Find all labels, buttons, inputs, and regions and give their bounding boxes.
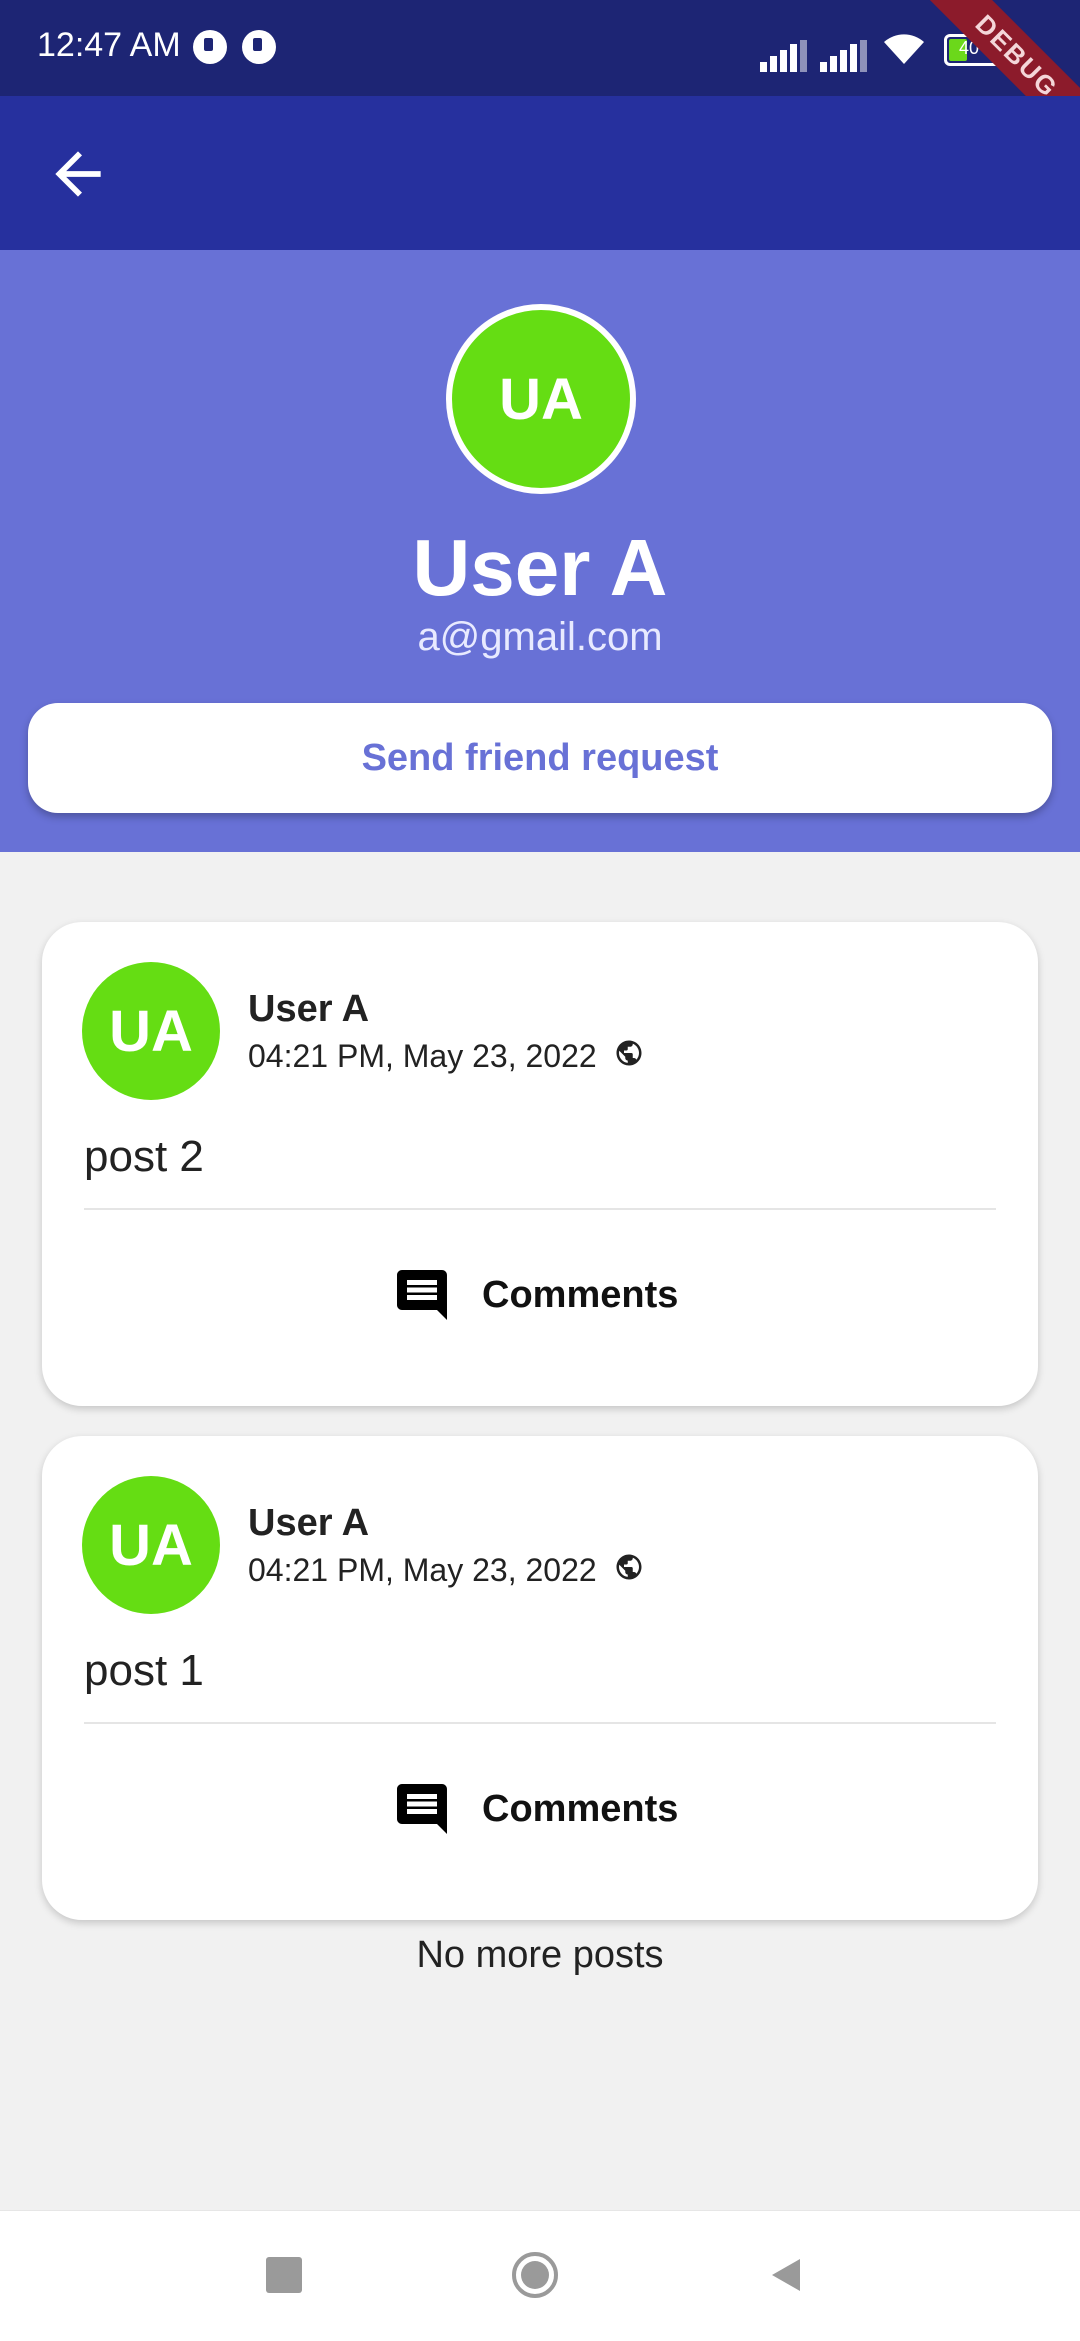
post-avatar[interactable]: UA [82,962,220,1100]
globe-icon [616,1040,642,1066]
wifi-icon [884,34,924,64]
comments-button[interactable]: Comments [392,1260,678,1330]
notification-icon [242,30,276,64]
arrow-left-icon[interactable] [44,140,112,208]
post-timestamp: 04:21 PM, May 23, 2022 [248,1552,597,1588]
back-triangle-icon[interactable] [766,2255,806,2295]
comment-icon [397,1784,447,1834]
post-content: post 1 [84,1646,204,1695]
post-timestamp: 04:21 PM, May 23, 2022 [248,1038,597,1074]
recents-icon[interactable] [266,2257,302,2293]
notification-icon [193,30,227,64]
end-of-feed-text: No more posts [416,1934,664,1976]
system-nav-bar [0,2210,1080,2341]
profile-header: UA User A a@gmail.com Send friend reques… [0,250,1080,852]
comments-label: Comments [482,1787,679,1830]
post-content: post 2 [84,1132,204,1181]
post-avatar[interactable]: UA [82,1476,220,1614]
home-icon[interactable] [511,2251,559,2299]
profile-email: a@gmail.com [417,615,663,659]
globe-icon [616,1554,642,1580]
status-time: 12:47 AM [37,26,181,64]
divider [84,1722,996,1724]
profile-name: User A [412,523,668,612]
cell-signal-icon [820,32,870,72]
post-card: UA User A 04:21 PM, May 23, 2022 post 1 … [42,1436,1038,1920]
status-bar: 12:47 AM 40 DEBUG [0,0,1080,160]
comments-label: Comments [482,1273,679,1316]
profile-avatar: UA [446,304,636,494]
post-card: UA User A 04:21 PM, May 23, 2022 post 2 … [42,922,1038,1406]
app-bar [0,96,1080,250]
comments-button[interactable]: Comments [392,1774,678,1844]
send-friend-request-button[interactable]: Send friend request [28,703,1052,813]
comment-icon [397,1270,447,1320]
post-author[interactable]: User A [248,1502,369,1545]
cell-signal-icon [760,32,810,72]
post-author[interactable]: User A [248,988,369,1031]
divider [84,1208,996,1210]
